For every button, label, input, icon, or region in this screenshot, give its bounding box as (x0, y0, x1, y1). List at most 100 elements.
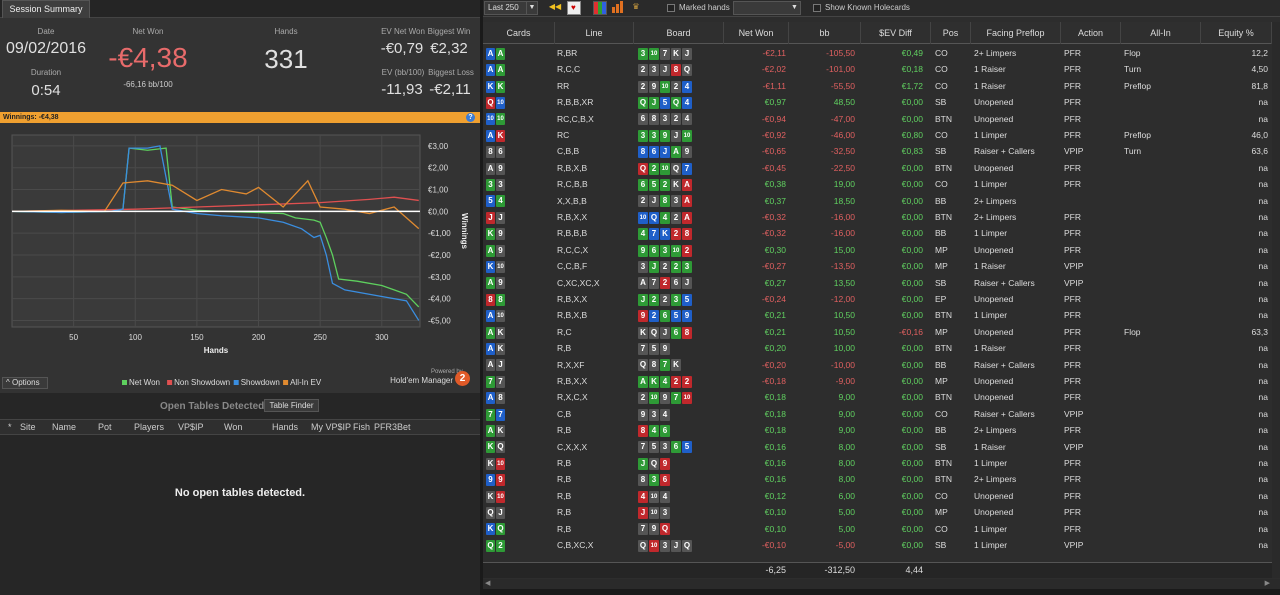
color-grid-icon[interactable] (593, 1, 607, 15)
col-site[interactable]: Site (20, 422, 36, 432)
col-action[interactable]: Action (1061, 22, 1121, 44)
cell-facing: Unopened (974, 162, 1014, 173)
col-line[interactable]: Line (555, 22, 634, 44)
col-fish[interactable]: Fish (353, 422, 370, 432)
playing-card: 4 (660, 408, 670, 421)
trophy-icon[interactable]: ♛ (629, 1, 643, 15)
board-cards: J2235 (638, 291, 722, 307)
table-row[interactable]: J J 10 Q 4 2 A R,B,X,X -€0,32 -16,00 €0,00 BTN 2+ Li… (483, 209, 1280, 225)
hand-filter-select[interactable]: Last 250 ▼ (484, 1, 538, 15)
col-players[interactable]: Players (134, 422, 164, 432)
table-row[interactable]: A A 3 10 7 K J R,BR -€2,11 -105,50 €0,49 CO 2+ Limpe… (483, 45, 1280, 61)
bar-chart-icon[interactable] (611, 1, 625, 15)
table-row[interactable]: K K 2 9 10 2 4 RR -€1,11 -55,50 €1,72 CO 1 Raiser PFR… (483, 78, 1280, 94)
col-pot[interactable]: Pot (98, 422, 112, 432)
cell-facing: Unopened (974, 392, 1014, 403)
cell-net: -€2,11 (762, 48, 786, 58)
playing-card: 7 (649, 277, 659, 290)
show-holecards-checkbox[interactable] (813, 4, 821, 12)
marked-hands-checkbox[interactable] (667, 4, 675, 12)
marked-hands-select[interactable]: ▼ (733, 1, 801, 15)
table-row[interactable]: K 10 3 J 2 2 3 C,C,B,F -€0,27 -13,50 €0,00 MP 1 Rais… (483, 258, 1280, 274)
ev-net-won-label: EV Net Won (381, 27, 425, 36)
table-row[interactable]: A J Q 8 7 K R,X,XF -€0,20 -10,00 €0,00 BB Raiser + … (483, 357, 1280, 373)
col-bb[interactable]: bb (789, 22, 861, 44)
playing-card: 3 (486, 178, 495, 191)
total-bb: -312,50 (824, 565, 855, 575)
cell-bb: -10,00 (830, 359, 855, 370)
cell-equity: na (1258, 458, 1268, 468)
col-name[interactable]: Name (52, 422, 76, 432)
table-row[interactable]: A 9 A 7 2 6 J C,XC,XC,X €0,27 13,50 €0,00 SB Raiser … (483, 275, 1280, 291)
cell-action: PFR (1064, 162, 1081, 173)
table-row[interactable]: 9 9 8 3 6 R,B €0,16 8,00 €0,00 BTN 2+ Limpers PFR na (483, 471, 1280, 487)
table-row[interactable]: A A 2 3 J 8 Q R,C,C -€2,02 -101,00 €0,18 CO 1 Raiser… (483, 61, 1280, 77)
hand-filter-value: Last 250 (488, 3, 519, 12)
table-row[interactable]: A K 8 4 6 R,B €0,18 9,00 €0,00 BB 2+ Limpers PFR na (483, 422, 1280, 438)
col-hands[interactable]: Hands (272, 422, 298, 432)
table-row[interactable]: A 9 Q 2 10 Q 7 R,B,X,B -€0,45 -22,50 €0,00 BTN Unope… (483, 160, 1280, 176)
cell-facing: Unopened (974, 113, 1014, 124)
col-cards[interactable]: Cards (483, 22, 555, 44)
col-board[interactable]: Board (634, 22, 724, 44)
table-row[interactable]: 3 3 6 5 2 K A R,C,B,B €0,38 19,00 €0,00 CO 1 Limper P… (483, 176, 1280, 192)
col-facing-preflop[interactable]: Facing Preflop (971, 22, 1061, 44)
cell-facing: 1 Limper (974, 523, 1008, 534)
table-finder-button[interactable]: Table Finder (264, 399, 319, 412)
col-my-vpip[interactable]: My VP$IP (311, 422, 351, 432)
cell-line: X,X,B,B (557, 195, 587, 206)
table-row[interactable]: 10 10 6 8 3 2 4 RC,C,B,X -€0,94 -47,00 €0,00 BTN Uno… (483, 111, 1280, 127)
cell-allin (1124, 209, 1200, 225)
playing-card: 9 (682, 310, 692, 323)
col-pos[interactable]: Pos (931, 22, 971, 44)
scroll-right-icon[interactable]: ▶ (1265, 579, 1270, 587)
col-pfr[interactable]: PFR (374, 422, 392, 432)
hole-cards: K9 (486, 225, 554, 241)
table-row[interactable]: A 8 2 10 9 7 10 R,X,C,X €0,18 9,00 €0,00 BTN Unopene… (483, 389, 1280, 405)
table-row[interactable]: Q 2 Q 10 3 J Q C,B,XC,X -€0,10 -5,00 €0,00 SB 1 Limp… (483, 537, 1280, 553)
col-equity[interactable]: Equity % (1201, 22, 1272, 44)
col-ev-diff[interactable]: $EV Diff (861, 22, 931, 44)
cell-equity: na (1258, 212, 1268, 222)
table-row[interactable]: A K K Q J 6 8 R,C €0,21 10,50 -€0,16 MP Unopened PFR F… (483, 324, 1280, 340)
cell-facing: Unopened (974, 326, 1014, 337)
cell-bb: -32,50 (830, 146, 855, 157)
col-all-in[interactable]: All-In (1121, 22, 1201, 44)
table-row[interactable]: Q 10 Q J 5 Q 4 R,B,B,XR €0,97 48,50 €0,00 SB Unopene… (483, 94, 1280, 110)
horizontal-scrollbar[interactable]: ◀ ▶ (483, 579, 1280, 589)
options-button[interactable]: ^ Options (2, 377, 48, 389)
table-row[interactable]: K Q 7 5 3 6 5 C,X,X,X €0,16 8,00 €0,00 SB 1 Raiser VP… (483, 439, 1280, 455)
card-icon[interactable]: ♥ (567, 1, 581, 15)
col-vpip[interactable]: VP$IP (178, 422, 204, 432)
table-row[interactable]: A K 7 5 9 R,B €0,20 10,00 €0,00 BTN 1 Raiser PFR na (483, 340, 1280, 356)
table-row[interactable]: 7 7 A K 4 2 2 R,B,X,X -€0,18 -9,00 €0,00 MP Unopened… (483, 373, 1280, 389)
playing-card: 8 (682, 228, 692, 241)
cell-net: €0,18 (764, 425, 786, 436)
col-star[interactable]: * (8, 422, 12, 432)
table-row[interactable]: K 10 J Q 9 R,B €0,16 8,00 €0,00 BTN 1 Limper PFR na (483, 455, 1280, 471)
table-row[interactable]: A 10 9 2 6 5 9 R,B,X,B €0,21 10,50 €0,00 BTN 1 Limpe… (483, 307, 1280, 323)
table-row[interactable]: K Q 7 9 Q R,B €0,10 5,00 €0,00 CO 1 Limper PFR na (483, 521, 1280, 537)
col-won[interactable]: Won (224, 422, 242, 432)
table-row[interactable]: 8 6 8 6 J A 9 C,B,B -€0,65 -32,50 €0,83 SB Raiser + … (483, 143, 1280, 159)
help-icon[interactable]: ? (466, 113, 475, 122)
table-row[interactable]: 8 8 J 2 2 3 5 R,B,X,X -€0,24 -12,00 €0,00 EP Unopene… (483, 291, 1280, 307)
table-row[interactable]: K 10 4 10 4 R,B €0,12 6,00 €0,00 CO Unopened PFR na (483, 488, 1280, 504)
scroll-left-icon[interactable]: ◀ (485, 579, 490, 587)
tab-session-summary[interactable]: Session Summary (2, 0, 90, 18)
rewind-icon[interactable]: ◀◀ (547, 1, 563, 15)
table-row[interactable]: 5 4 2 J 8 3 A X,X,B,B €0,37 18,50 €0,00 BB 2+ Limper… (483, 193, 1280, 209)
col-3bet[interactable]: 3Bet (392, 422, 411, 432)
table-row[interactable]: Q J J 10 3 R,B €0,10 5,00 €0,00 MP Unopened PFR na (483, 504, 1280, 520)
table-row[interactable]: A K 3 3 9 J 10 RC -€0,92 -46,00 €0,80 CO 1 Limper PFR… (483, 127, 1280, 143)
table-row[interactable]: 7 7 9 3 4 C,B €0,18 9,00 €0,00 CO Raiser + Callers… (483, 406, 1280, 422)
vertical-scrollbar[interactable] (1272, 22, 1280, 578)
playing-card: 2 (638, 64, 648, 77)
table-row[interactable]: K 9 4 7 K 2 8 R,B,B,B -€0,32 -16,00 €0,00 BB 1 Limpe… (483, 225, 1280, 241)
cell-bb: -5,00 (835, 540, 855, 550)
playing-card: 7 (496, 375, 505, 388)
playing-card: 9 (496, 277, 505, 290)
table-row[interactable]: A 9 9 6 3 10 2 R,C,C,X €0,30 15,00 €0,00 MP Unopened… (483, 242, 1280, 258)
col-net-won[interactable]: Net Won (724, 22, 789, 44)
hole-cards: AA (486, 61, 554, 77)
